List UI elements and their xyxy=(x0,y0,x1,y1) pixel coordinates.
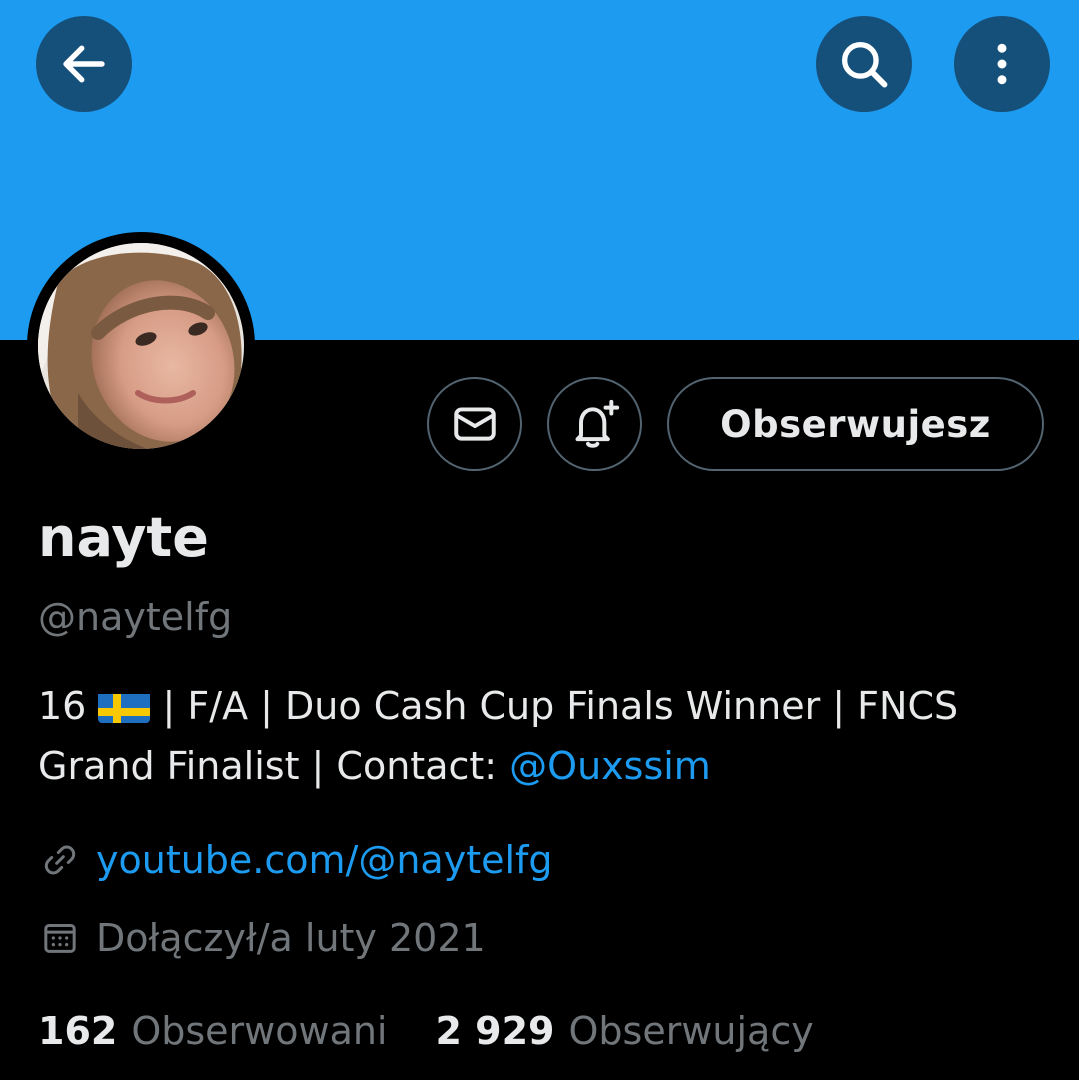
website-row: youtube.com/@naytelfg xyxy=(38,833,553,887)
followers-count: 2 929 xyxy=(435,1009,555,1053)
bell-plus-icon xyxy=(575,399,619,448)
calendar-icon xyxy=(38,916,82,960)
bio-contact: Grand Finalist | Contact: xyxy=(38,744,510,788)
bio-line-2: Grand Finalist | Contact: @Ouxssim xyxy=(38,736,1048,796)
bio-age: 16 xyxy=(38,684,87,728)
bio-mention-link[interactable]: @Ouxssim xyxy=(509,744,711,788)
back-button[interactable] xyxy=(36,16,132,112)
follow-stats: 162 Obserwowani 2 929 Obserwujący xyxy=(38,1004,814,1058)
notifications-button[interactable] xyxy=(547,377,642,471)
more-options-button[interactable] xyxy=(954,16,1050,112)
user-handle: @naytelfg xyxy=(38,595,233,639)
avatar[interactable] xyxy=(27,232,255,460)
followers-stat[interactable]: 2 929 Obserwujący xyxy=(436,1004,814,1058)
search-button[interactable] xyxy=(816,16,912,112)
envelope-icon xyxy=(453,407,496,441)
following-stat[interactable]: 162 Obserwowani xyxy=(38,1004,388,1058)
joined-date: Dołączył/a luty 2021 xyxy=(96,916,486,960)
following-label: Obserwowani xyxy=(131,1009,388,1053)
more-vertical-icon xyxy=(997,43,1007,85)
following-button-label: Obserwujesz xyxy=(720,402,991,446)
bio-text: | F/A | Duo Cash Cup Finals Winner | FNC… xyxy=(150,684,959,728)
search-icon xyxy=(842,42,888,88)
sweden-flag-icon xyxy=(98,687,151,723)
following-count: 162 xyxy=(38,1009,118,1053)
followers-label: Obserwujący xyxy=(568,1009,814,1053)
profile-bio: 16 | F/A | Duo Cash Cup Finals Winner | … xyxy=(38,676,1048,796)
website-link[interactable]: youtube.com/@naytelfg xyxy=(96,833,553,887)
message-button[interactable] xyxy=(427,377,522,471)
display-name: nayte xyxy=(38,506,209,569)
arrow-left-icon xyxy=(63,45,105,83)
bio-line-1: 16 | F/A | Duo Cash Cup Finals Winner | … xyxy=(38,676,1048,736)
link-icon xyxy=(38,838,82,882)
joined-row: Dołączył/a luty 2021 xyxy=(38,911,486,965)
following-button[interactable]: Obserwujesz xyxy=(667,377,1044,471)
avatar-photo xyxy=(38,243,244,449)
